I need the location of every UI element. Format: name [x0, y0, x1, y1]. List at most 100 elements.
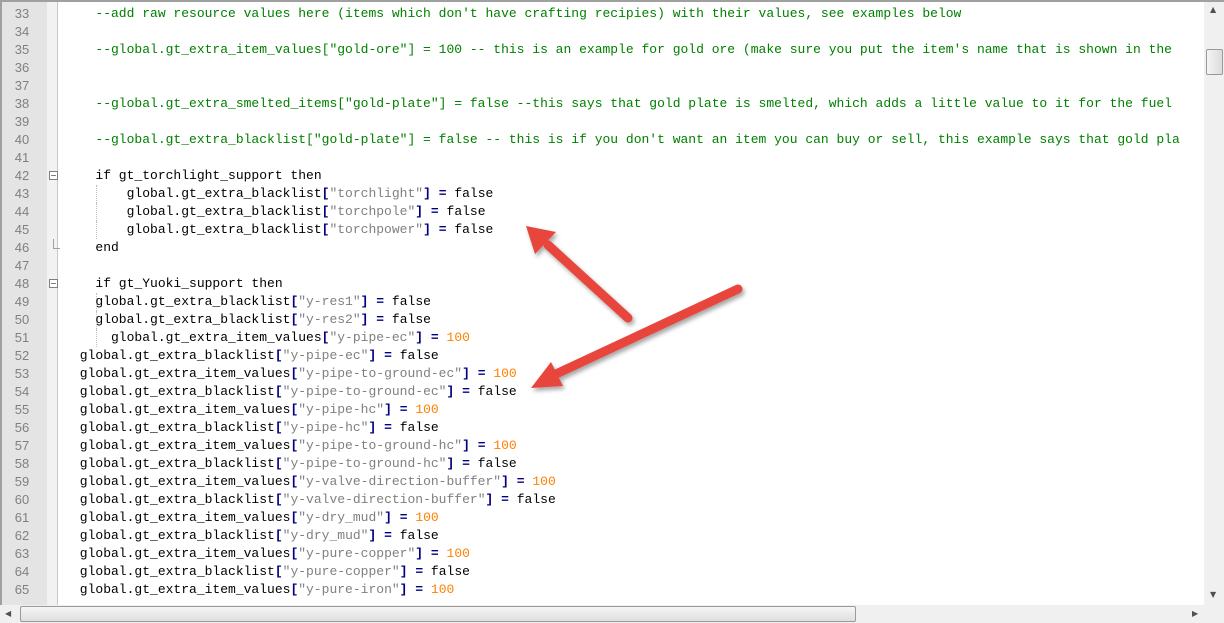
- code-line[interactable]: 40 --global.gt_extra_blacklist["gold-pla…: [0, 131, 1204, 149]
- operator-token: =: [430, 546, 439, 561]
- line-number: 61: [14, 510, 30, 525]
- code-line[interactable]: 60 global.gt_extra_blacklist["y-valve-di…: [0, 491, 1204, 509]
- code-line[interactable]: 64 global.gt_extra_blacklist["y-pure-cop…: [0, 563, 1204, 581]
- code-line[interactable]: 48 if gt_Yuoki_support then: [0, 275, 1204, 293]
- line-number: 49: [14, 294, 30, 309]
- code-line[interactable]: 55 global.gt_extra_item_values["y-pipe-h…: [0, 401, 1204, 419]
- code-line[interactable]: 52 global.gt_extra_blacklist["y-pipe-ec"…: [0, 347, 1204, 365]
- code-line[interactable]: 61 global.gt_extra_item_values["y-dry_mu…: [0, 509, 1204, 527]
- code-text: global.gt_extra_item_values["y-pipe-hc"]…: [72, 401, 439, 419]
- code-line[interactable]: 54 global.gt_extra_blacklist["y-pipe-to-…: [0, 383, 1204, 401]
- code-line[interactable]: 62 global.gt_extra_blacklist["y-dry_mud"…: [0, 527, 1204, 545]
- code-lines[interactable]: 33 --add raw resource values here (items…: [0, 5, 1204, 605]
- comment-token: --global.gt_extra_item_values["gold-ore"…: [95, 42, 1172, 57]
- code-editor[interactable]: 33 --add raw resource values here (items…: [0, 0, 1224, 623]
- horizontal-scroll-thumb[interactable]: [20, 606, 856, 622]
- line-number: 64: [14, 564, 30, 579]
- vertical-scroll-thumb[interactable]: [1206, 49, 1223, 75]
- code-line[interactable]: 46 end: [0, 239, 1204, 257]
- code-line[interactable]: 35 --global.gt_extra_item_values["gold-o…: [0, 41, 1204, 59]
- identifier-token: [376, 348, 384, 363]
- identifier-token: false: [469, 384, 517, 399]
- identifier-token: false: [508, 492, 556, 507]
- code-line[interactable]: 56 global.gt_extra_blacklist["y-pipe-hc"…: [0, 419, 1204, 437]
- string-token: "y-pure-copper": [282, 564, 400, 579]
- fold-collapse-icon[interactable]: [49, 171, 58, 180]
- string-token: "torchpower": [329, 222, 424, 237]
- scroll-right-icon[interactable]: ▶: [1192, 609, 1198, 618]
- code-line[interactable]: 65 global.gt_extra_item_values["y-pure-i…: [0, 581, 1204, 599]
- identifier-token: global.gt_extra_blacklist: [72, 186, 322, 201]
- line-number: 41: [14, 150, 30, 165]
- string-token: "y-pipe-ec": [329, 330, 416, 345]
- identifier-token: [431, 222, 439, 237]
- string-token: "y-pipe-to-ground-ec": [282, 384, 447, 399]
- line-number: 54: [14, 384, 30, 399]
- code-line[interactable]: 53 global.gt_extra_item_values["y-pipe-t…: [0, 365, 1204, 383]
- code-line[interactable]: 41: [0, 149, 1204, 167]
- horizontal-scrollbar[interactable]: ◀ ▶: [0, 605, 1204, 623]
- operator-token: =: [384, 348, 392, 363]
- operator-token: =: [376, 312, 385, 327]
- code-line[interactable]: 43 global.gt_extra_blacklist["torchlight…: [0, 185, 1204, 203]
- identifier-token: false: [438, 204, 486, 219]
- code-text: global.gt_extra_blacklist["y-pipe-ec"] =…: [72, 347, 439, 365]
- code-line[interactable]: 36: [0, 59, 1204, 77]
- operator-token: ]: [462, 366, 470, 381]
- line-number: 43: [14, 186, 30, 201]
- line-number: 35: [14, 42, 30, 57]
- operator-token: [: [274, 528, 283, 543]
- code-line[interactable]: 59 global.gt_extra_item_values["y-valve-…: [0, 473, 1204, 491]
- operator-token: ]: [423, 186, 431, 201]
- scroll-up-icon[interactable]: ▲: [1210, 5, 1216, 14]
- operator-token: [: [274, 456, 283, 471]
- code-line[interactable]: 38 --global.gt_extra_smelted_items["gold…: [0, 95, 1204, 113]
- code-line[interactable]: 45 global.gt_extra_blacklist["torchpower…: [0, 221, 1204, 239]
- scroll-left-icon[interactable]: ◀: [5, 609, 11, 618]
- line-number: 57: [14, 438, 30, 453]
- identifier-token: false: [446, 222, 494, 237]
- vertical-scrollbar[interactable]: ▲ ▼: [1204, 2, 1224, 605]
- operator-token: ]: [415, 546, 424, 561]
- line-number: 45: [14, 222, 30, 237]
- code-line[interactable]: 47: [0, 257, 1204, 275]
- operator-token: =: [415, 582, 424, 597]
- identifier-token: [439, 546, 447, 561]
- line-number: 38: [14, 96, 30, 111]
- identifier-token: [72, 132, 95, 147]
- code-line[interactable]: 34: [0, 23, 1204, 41]
- string-token: "y-pipe-to-ground-hc": [282, 456, 447, 471]
- code-line[interactable]: 42 if gt_torchlight_support then: [0, 167, 1204, 185]
- code-line[interactable]: 51 global.gt_extra_item_values["y-pipe-e…: [0, 329, 1204, 347]
- fold-collapse-icon[interactable]: [49, 279, 58, 288]
- code-line[interactable]: 63 global.gt_extra_item_values["y-pure-c…: [0, 545, 1204, 563]
- operator-token: ]: [384, 510, 392, 525]
- string-token: "y-pipe-hc": [298, 402, 385, 417]
- code-line[interactable]: 50 global.gt_extra_blacklist["y-res2"] =…: [0, 311, 1204, 329]
- identifier-token: if gt_Yuoki_support then: [72, 276, 283, 291]
- number-token: 100: [493, 438, 517, 453]
- identifier-token: [72, 6, 95, 21]
- identifier-token: global.gt_extra_blacklist: [72, 420, 275, 435]
- code-line[interactable]: 49 global.gt_extra_blacklist["y-res1"] =…: [0, 293, 1204, 311]
- operator-token: [: [274, 348, 283, 363]
- string-token: "y-res2": [298, 312, 361, 327]
- code-line[interactable]: 39: [0, 113, 1204, 131]
- code-text: if gt_torchlight_support then: [72, 167, 321, 185]
- identifier-token: [72, 42, 95, 57]
- scroll-down-icon[interactable]: ▼: [1210, 590, 1216, 599]
- operator-token: =: [384, 528, 392, 543]
- code-line[interactable]: 33 --add raw resource values here (items…: [0, 5, 1204, 23]
- code-line[interactable]: 37: [0, 77, 1204, 95]
- operator-token: ]: [415, 204, 424, 219]
- code-line[interactable]: 57 global.gt_extra_item_values["y-pipe-t…: [0, 437, 1204, 455]
- code-line[interactable]: 44 global.gt_extra_blacklist["torchpole"…: [0, 203, 1204, 221]
- code-line[interactable]: 58 global.gt_extra_blacklist["y-pipe-to-…: [0, 455, 1204, 473]
- operator-token: [: [274, 420, 283, 435]
- comment-token: --add raw resource values here (items wh…: [95, 6, 962, 21]
- line-number: 63: [14, 546, 30, 561]
- number-token: 100: [415, 510, 439, 525]
- string-token: "y-pipe-to-ground-ec": [298, 366, 463, 381]
- line-number: 58: [14, 456, 30, 471]
- identifier-token: global.gt_extra_blacklist: [72, 204, 322, 219]
